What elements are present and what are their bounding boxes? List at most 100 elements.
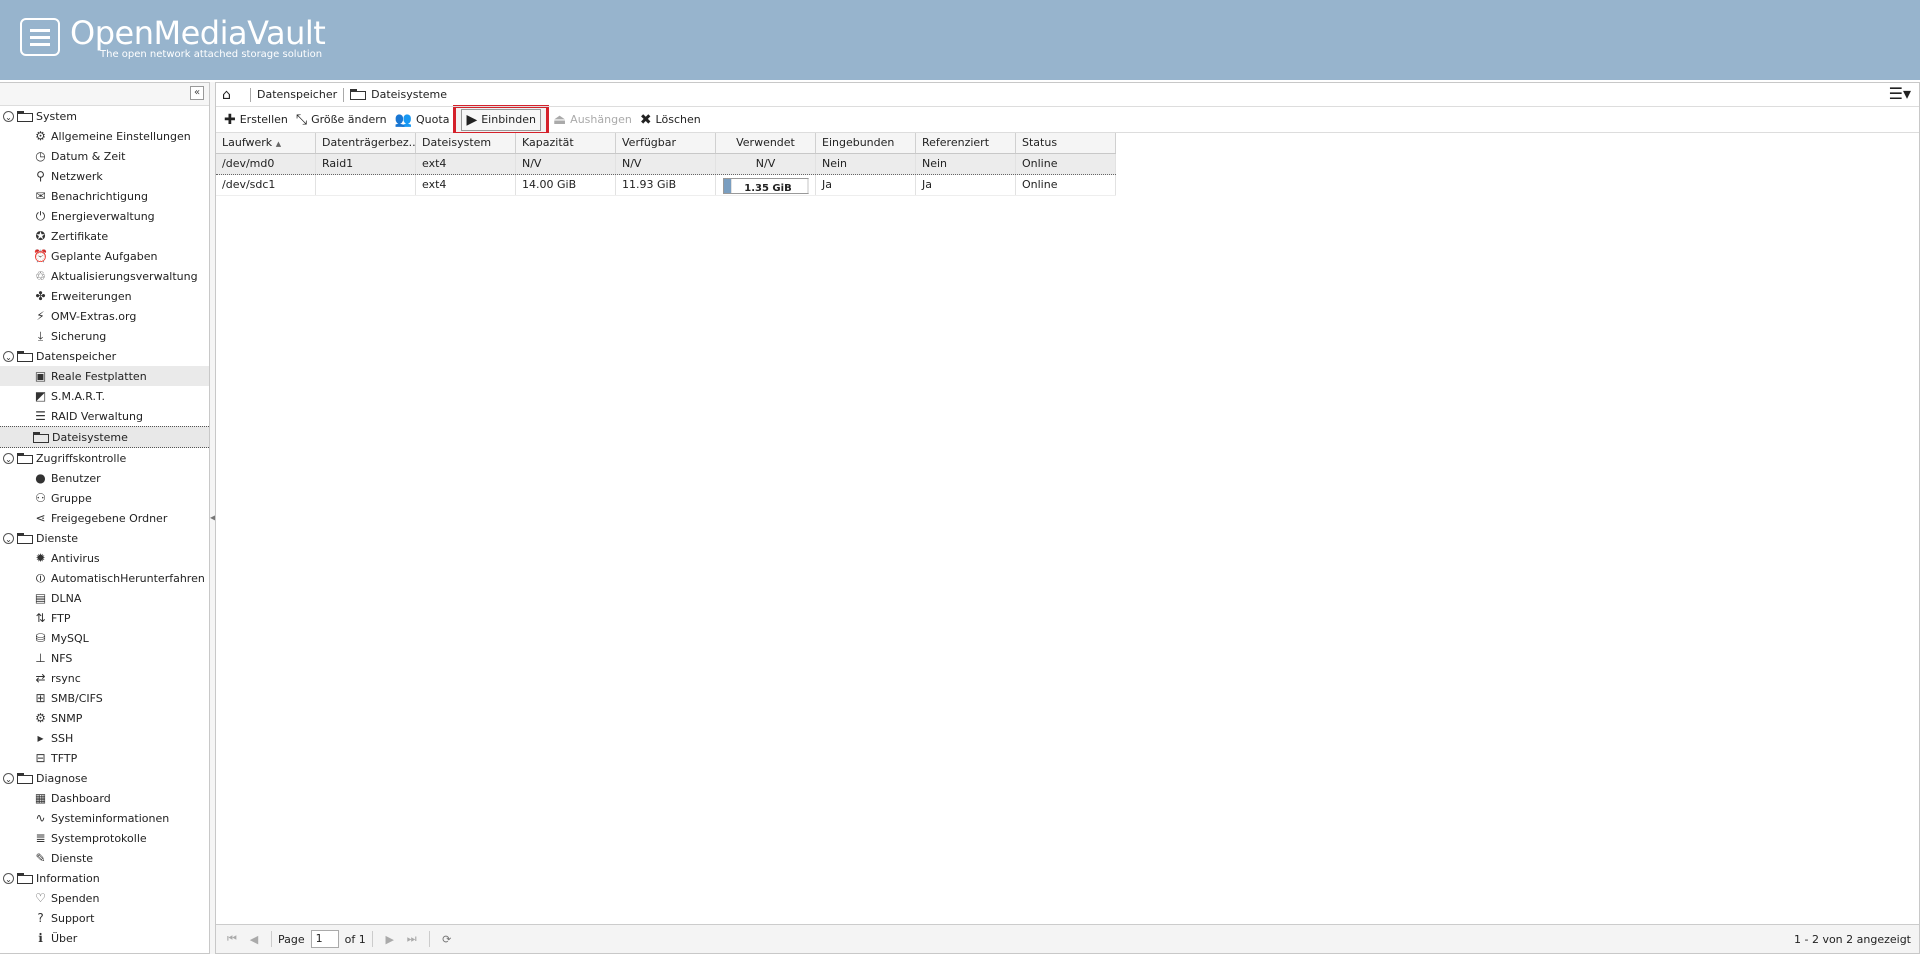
sidebar-item-support[interactable]: ? Support (0, 908, 209, 928)
sidebar-item-rsync[interactable]: ⇄ rsync (0, 668, 209, 688)
sidebar-item-allgemeine-einstellungen[interactable]: ⚙ Allgemeine Einstellungen (0, 126, 209, 146)
cell-mounted: Ja (816, 175, 916, 195)
sidebar-item-systemprotokolle[interactable]: ≣ Systemprotokolle (0, 828, 209, 848)
sidebar-item-label: Über (51, 931, 78, 945)
sidebar-group-diagnose[interactable]: ⌄ Diagnose (0, 768, 209, 788)
sidebar-item-mysql[interactable]: ⛁ MySQL (0, 628, 209, 648)
sidebar-item-label: S.M.A.R.T. (51, 389, 105, 403)
mount-button[interactable]: ▶ Einbinden (453, 104, 549, 135)
expand-toggle-icon[interactable]: ⌄ (3, 452, 14, 464)
sidebar-item-zertifikate[interactable]: ✪ Zertifikate (0, 226, 209, 246)
power-icon: ⏻ (35, 209, 46, 223)
sidebar-item-smb-cifs[interactable]: ⊞ SMB/CIFS (0, 688, 209, 708)
expand-toggle-icon[interactable]: ⌄ (3, 110, 14, 122)
sidebar-item-label: Benachrichtigung (51, 189, 148, 203)
column-header-status[interactable]: Status (1016, 133, 1116, 153)
sidebar-item-benutzer[interactable]: ● Benutzer (0, 468, 209, 488)
toolbar: ✚ Erstellen ⤡ Größe ändern 👥 Quota ▶ Ein… (216, 104, 1919, 135)
sidebar-item-tftp[interactable]: ⊟ TFTP (0, 748, 209, 768)
column-header-referenziert[interactable]: Referenziert (916, 133, 1016, 153)
sidebar-item-freigegebene-ordner[interactable]: ⋖ Freigegebene Ordner (0, 508, 209, 528)
sidebar-item-nfs[interactable]: ⊥ NFS (0, 648, 209, 668)
sidebar-item-benachrichtigung[interactable]: ✉ Benachrichtigung (0, 186, 209, 206)
sidebar-item-label: TFTP (51, 751, 78, 765)
home-icon[interactable]: ⌂ (222, 88, 238, 102)
expand-toggle-icon[interactable]: ⌄ (3, 772, 14, 784)
resize-button[interactable]: ⤡ Größe ändern (292, 109, 391, 130)
sidebar-item-automatischherunterfahren[interactable]: ⏼ AutomatischHerunterfahren (0, 568, 209, 588)
column-header-dateisystem[interactable]: Dateisystem (416, 133, 516, 153)
breadcrumb-item-dateisysteme[interactable]: Dateisysteme (371, 88, 447, 101)
sidebar-item-s-m-a-r-t-[interactable]: ◩ S.M.A.R.T. (0, 386, 209, 406)
delete-label: Löschen (655, 113, 701, 126)
column-header-kapazitaet[interactable]: Kapazität (516, 133, 616, 153)
hamburger-menu-button[interactable] (20, 18, 60, 56)
table-row[interactable]: /dev/md0 Raid1 ext4 N/V N/V N/V Nein Nei… (216, 154, 1116, 175)
sidebar-item-dienste[interactable]: ✎ Dienste (0, 848, 209, 868)
sidebar-group-dienste[interactable]: ⌄ Dienste (0, 528, 209, 548)
sidebar-item-dateisysteme[interactable]: Dateisysteme (0, 426, 209, 448)
table-row[interactable]: /dev/sdc1 ext4 14.00 GiB 11.93 GiB 1.35 … (216, 175, 1116, 196)
sidebar-item-antivirus[interactable]: ✹ Antivirus (0, 548, 209, 568)
column-header-laufwerk[interactable]: Laufwerk ▲ (216, 133, 316, 153)
column-header-verfuegbar[interactable]: Verfügbar (616, 133, 716, 153)
sidebar-group-system[interactable]: ⌄ System (0, 106, 209, 126)
sidebar-item-datum-zeit[interactable]: ◷ Datum & Zeit (0, 146, 209, 166)
sidebar-item-label: SSH (51, 731, 74, 745)
column-header-eingebunden[interactable]: Eingebunden (816, 133, 916, 153)
expand-toggle-icon[interactable]: ⌄ (3, 872, 14, 884)
expand-toggle-icon[interactable]: ⌄ (3, 532, 14, 544)
column-header-verwendet[interactable]: Verwendet (716, 133, 816, 153)
sidebar-group-information[interactable]: ⌄ Information (0, 868, 209, 888)
column-header-datentraegerbez[interactable]: Datenträgerbez... (316, 133, 416, 153)
sidebar-item-reale-festplatten[interactable]: ▣ Reale Festplatten (0, 366, 209, 386)
sidebar-item-dashboard[interactable]: ▦ Dashboard (0, 788, 209, 808)
delete-button[interactable]: ✖ Löschen (636, 109, 705, 130)
sidebar-item-über[interactable]: ℹ Über (0, 928, 209, 948)
sidebar-item-erweiterungen[interactable]: ✤ Erweiterungen (0, 286, 209, 306)
previous-page-icon[interactable]: ◀ (246, 933, 262, 946)
sidebar-item-label: Dateisysteme (52, 430, 128, 444)
collapse-sidebar-button[interactable]: « (190, 86, 204, 100)
folder-open-icon (17, 872, 33, 884)
unmount-button[interactable]: ⏏ Aushängen (549, 109, 636, 130)
sidebar-group-datenspeicher[interactable]: ⌄ Datenspeicher (0, 346, 209, 366)
sidebar-group-zugriffskontrolle[interactable]: ⌄ Zugriffskontrolle (0, 448, 209, 468)
sidebar-item-label: Freigegebene Ordner (51, 511, 168, 525)
sidebar-item-omv-extras-org[interactable]: ⚡ OMV-Extras.org (0, 306, 209, 326)
sidebar-item-geplante-aufgaben[interactable]: ⏰ Geplante Aufgaben (0, 246, 209, 266)
sidebar-item-energieverwaltung[interactable]: ⏻ Energieverwaltung (0, 206, 209, 226)
sidebar-item-ftp[interactable]: ⇅ FTP (0, 608, 209, 628)
sidebar-item-systeminformationen[interactable]: ∿ Systeminformationen (0, 808, 209, 828)
refresh-icon[interactable]: ⟳ (439, 933, 455, 946)
sidebar-item-snmp[interactable]: ⚙ SNMP (0, 708, 209, 728)
unmount-label: Aushängen (570, 113, 632, 126)
sidebar-item-spenden[interactable]: ♡ Spenden (0, 888, 209, 908)
page-number-input[interactable]: 1 (310, 930, 339, 948)
sidebar-item-sicherung[interactable]: ⤓ Sicherung (0, 326, 209, 346)
sidebar-item-dlna[interactable]: ▤ DLNA (0, 588, 209, 608)
cell-device: /dev/sdc1 (216, 175, 316, 195)
last-page-icon[interactable]: ⏭ (404, 932, 420, 946)
breadcrumb-item-datenspeicher[interactable]: Datenspeicher (257, 88, 337, 101)
sidebar-item-aktualisierungsverwaltung[interactable]: ♲ Aktualisierungsverwaltung (0, 266, 209, 286)
sidebar-item-gruppe[interactable]: ⚇ Gruppe (0, 488, 209, 508)
sidebar-item-label: Spenden (51, 891, 100, 905)
folder-open-icon (17, 452, 33, 464)
sidebar-group-label: System (36, 109, 78, 123)
pager-separator (271, 931, 272, 947)
panel-menu-icon[interactable]: ☰▾ (1889, 86, 1911, 102)
sidebar-item-label: Systemprotokolle (51, 831, 147, 845)
sidebar-item-ssh[interactable]: ▸ SSH (0, 728, 209, 748)
folder-open-icon (17, 532, 33, 544)
create-button[interactable]: ✚ Erstellen (220, 109, 292, 130)
first-page-icon[interactable]: ⏮ (224, 932, 240, 946)
envelope-icon: ✉ (35, 189, 46, 203)
sidebar-item-raid-verwaltung[interactable]: ☰ RAID Verwaltung (0, 406, 209, 426)
expand-toggle-icon[interactable]: ⌄ (3, 350, 14, 362)
next-page-icon[interactable]: ▶ (382, 933, 398, 946)
windows-icon: ⊞ (35, 691, 46, 705)
sidebar-item-netzwerk[interactable]: ⚲ Netzwerk (0, 166, 209, 186)
quota-button[interactable]: 👥 Quota (391, 109, 454, 130)
sidebar-item-label: SMB/CIFS (51, 691, 103, 705)
